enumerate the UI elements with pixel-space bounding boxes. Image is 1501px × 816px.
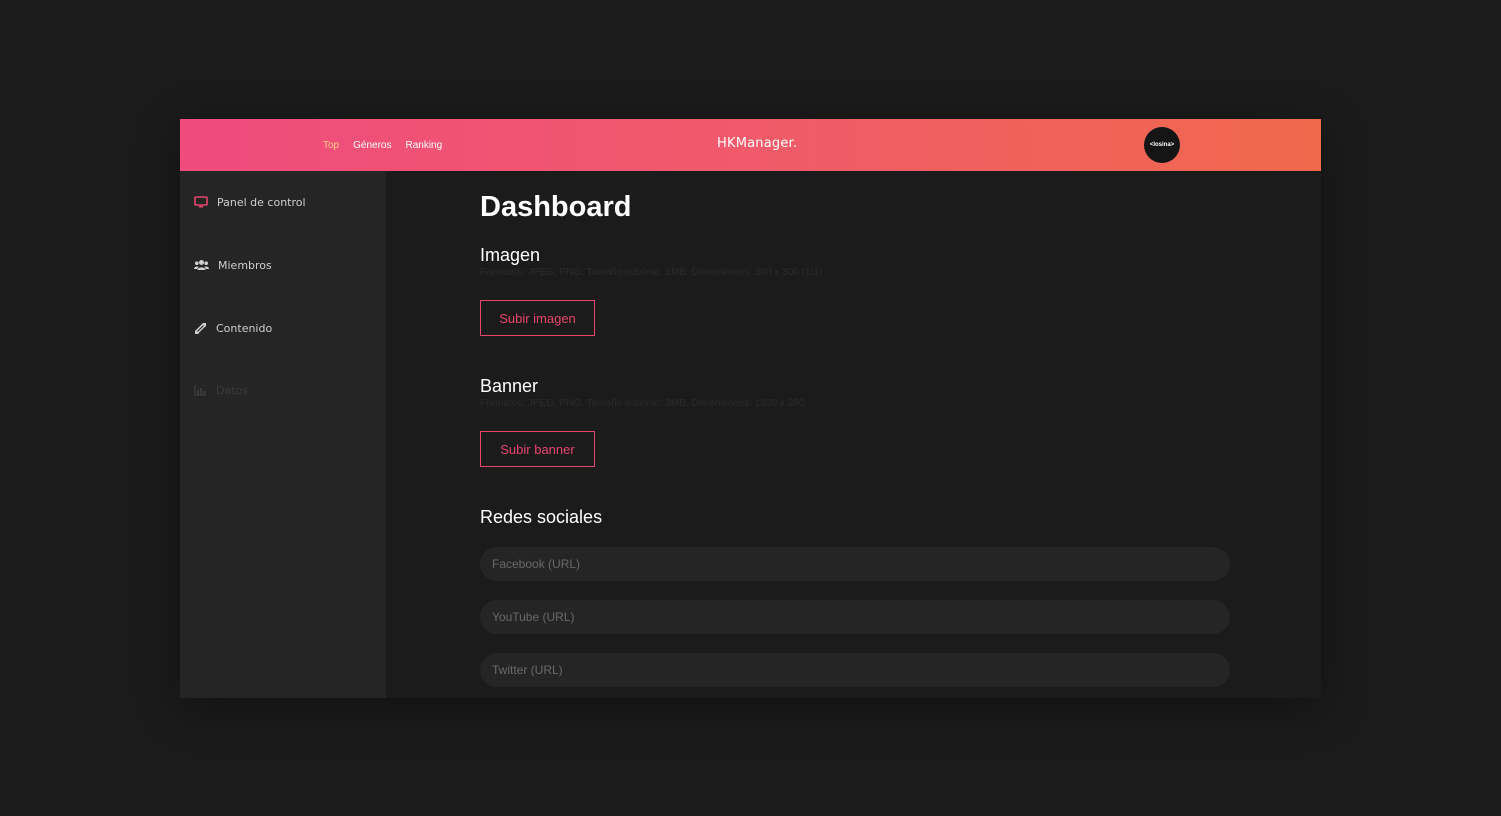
brand-logo: HKManager. (717, 136, 798, 151)
facebook-url-input[interactable] (480, 547, 1230, 581)
sidebar-item-label: Contenido (216, 321, 273, 335)
sidebar-item-contenido[interactable]: Contenido (194, 318, 272, 338)
nav-generos[interactable]: Géneros (353, 140, 391, 151)
twitter-url-input[interactable] (480, 653, 1230, 687)
avatar-text: <losina> (1149, 142, 1175, 148)
sidebar-item-label: Miembros (218, 258, 272, 272)
upload-image-button[interactable]: Subir imagen (480, 300, 595, 336)
sidebar: Panel de control Miembros Contenido Dato… (180, 171, 386, 698)
top-nav: Top Géneros Ranking (323, 119, 442, 171)
app-window: Top Géneros Ranking HKManager. <losina> … (180, 119, 1321, 698)
page-title: Dashboard (480, 191, 632, 223)
users-icon (194, 260, 209, 270)
monitor-icon (194, 196, 208, 208)
chart-icon (194, 384, 206, 396)
top-bar: Top Géneros Ranking HKManager. <losina> (180, 119, 1321, 171)
youtube-url-input[interactable] (480, 600, 1230, 634)
nav-ranking[interactable]: Ranking (405, 140, 442, 151)
sidebar-item-label: Panel de control (217, 195, 306, 209)
sidebar-item-panel-de-control[interactable]: Panel de control (194, 192, 306, 212)
main-content: Dashboard Imagen Formatos: JPEG, PNG. Ta… (480, 171, 1280, 698)
sidebar-item-datos[interactable]: Datos (194, 380, 248, 400)
image-section-title: Imagen (480, 245, 541, 265)
banner-format-hint: Formatos: JPEG, PNG. Tamaño máximo: 3MB.… (480, 398, 805, 409)
avatar[interactable]: <losina> (1144, 127, 1180, 163)
social-section-title: Redes sociales (480, 507, 603, 527)
banner-section-title: Banner (480, 376, 539, 396)
layers-icon (195, 322, 206, 334)
image-format-hint: Formatos: JPEG, PNG. Tamaño máximo: 1MB.… (480, 267, 823, 278)
nav-top[interactable]: Top (323, 140, 339, 151)
sidebar-item-miembros[interactable]: Miembros (194, 255, 272, 275)
sidebar-item-label: Datos (216, 383, 248, 397)
upload-banner-button[interactable]: Subir banner (480, 431, 595, 467)
